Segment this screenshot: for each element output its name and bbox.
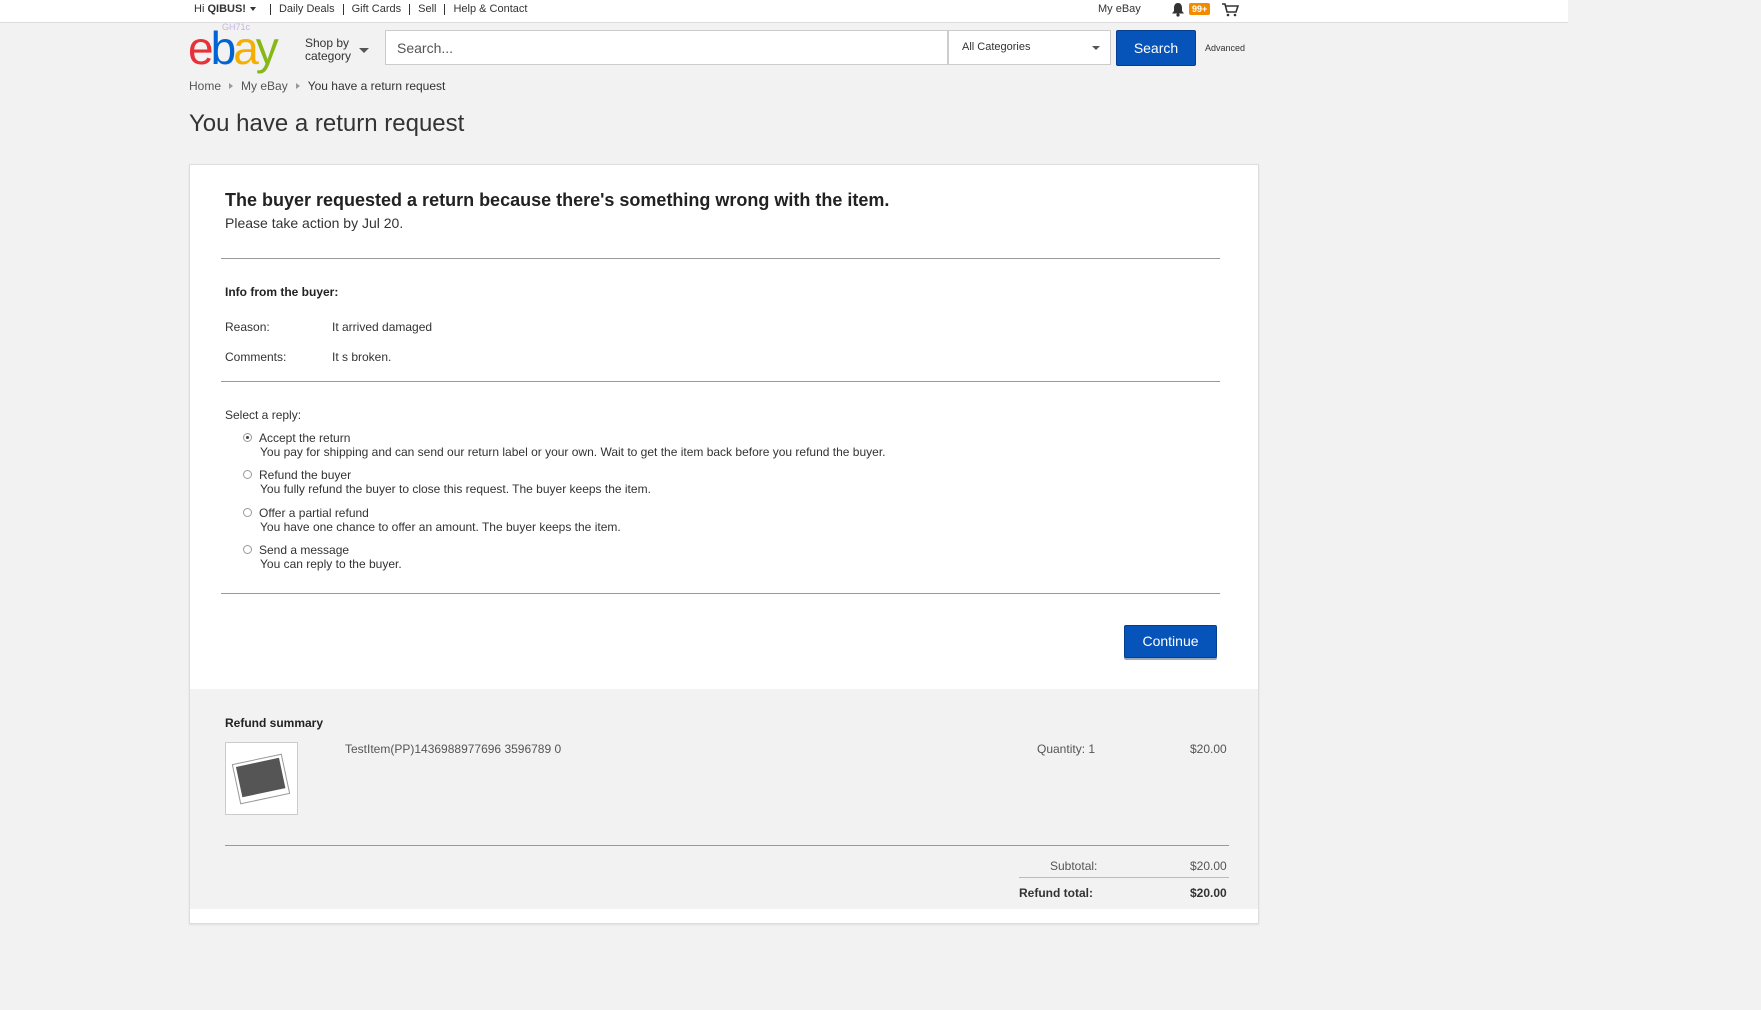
divider bbox=[444, 4, 446, 15]
daily-deals-link[interactable]: Daily Deals bbox=[279, 3, 335, 15]
refund-total-value: $20.00 bbox=[1190, 886, 1227, 900]
radio-send-message[interactable] bbox=[243, 545, 252, 554]
option-description: You fully refund the buyer to close this… bbox=[260, 482, 651, 496]
my-ebay-link[interactable]: My eBay bbox=[1098, 3, 1141, 15]
continue-button[interactable]: Continue bbox=[1124, 625, 1217, 658]
select-reply-label: Select a reply: bbox=[225, 408, 302, 422]
chevron-down-icon bbox=[249, 7, 256, 12]
subtotal-label: Subtotal: bbox=[1050, 859, 1098, 873]
advanced-search-link[interactable]: Advanced bbox=[1205, 43, 1245, 53]
user-name: QIBUS! bbox=[207, 3, 246, 15]
greeting-prefix: Hi bbox=[194, 3, 208, 15]
item-price: $20.00 bbox=[1190, 742, 1227, 756]
breadcrumb-home[interactable]: Home bbox=[189, 79, 221, 93]
option-description: You pay for shipping and can send our re… bbox=[260, 445, 886, 459]
radio-partial-refund[interactable] bbox=[243, 508, 252, 517]
reason-label: Reason: bbox=[225, 320, 270, 334]
radio-refund-buyer[interactable] bbox=[243, 470, 252, 479]
chevron-right-icon bbox=[295, 83, 300, 89]
breadcrumb-my-ebay[interactable]: My eBay bbox=[241, 79, 288, 93]
gift-cards-link[interactable]: Gift Cards bbox=[352, 3, 402, 15]
divider bbox=[225, 845, 1229, 846]
divider bbox=[269, 4, 271, 15]
divider bbox=[1019, 877, 1229, 878]
comments-value: It s broken. bbox=[332, 350, 392, 364]
logo-doodle-text: GH71c bbox=[222, 22, 251, 32]
search-button[interactable]: Search bbox=[1116, 30, 1196, 66]
refund-total-label: Refund total: bbox=[1019, 886, 1093, 900]
item-thumbnail[interactable] bbox=[225, 742, 298, 815]
option-description: You can reply to the buyer. bbox=[260, 557, 402, 571]
category-label: category bbox=[305, 49, 352, 63]
divider bbox=[409, 4, 411, 15]
chevron-down-icon[interactable] bbox=[359, 48, 369, 53]
reason-value: It arrived damaged bbox=[332, 320, 433, 334]
help-contact-link[interactable]: Help & Contact bbox=[453, 3, 527, 15]
option-title: Offer a partial refund bbox=[259, 506, 369, 520]
item-title[interactable]: TestItem(PP)1436988977696 3596789 0 bbox=[345, 742, 561, 756]
option-title: Accept the return bbox=[259, 431, 351, 445]
divider bbox=[342, 4, 344, 15]
subtotal-value: $20.00 bbox=[1190, 859, 1227, 873]
image-placeholder-icon bbox=[231, 753, 291, 805]
top-nav-bar: Hi QIBUS! Daily Deals Gift Cards Sell He… bbox=[0, 0, 1568, 23]
divider bbox=[221, 258, 1220, 259]
refund-summary-panel bbox=[190, 689, 1258, 909]
sell-link[interactable]: Sell bbox=[418, 3, 436, 15]
divider bbox=[221, 381, 1220, 382]
notification-badge: 99+ bbox=[1189, 3, 1211, 15]
option-title: Send a message bbox=[259, 543, 350, 557]
comments-label: Comments: bbox=[225, 350, 287, 364]
bell-icon[interactable] bbox=[1171, 2, 1185, 17]
item-quantity: Quantity: 1 bbox=[1037, 742, 1096, 756]
request-deadline: Please take action by Jul 20. bbox=[225, 215, 404, 231]
category-select-value: All Categories bbox=[962, 41, 1031, 53]
refund-summary-title: Refund summary bbox=[225, 716, 324, 730]
radio-accept-return[interactable] bbox=[243, 433, 252, 442]
user-greeting[interactable]: Hi QIBUS! bbox=[194, 3, 256, 15]
divider bbox=[221, 593, 1220, 594]
request-heading: The buyer requested a return because the… bbox=[225, 190, 890, 210]
breadcrumb-current: You have a return request bbox=[307, 79, 446, 93]
chevron-right-icon bbox=[229, 83, 234, 89]
chevron-down-icon bbox=[1092, 46, 1100, 50]
breadcrumb: Home My eBay You have a return request bbox=[189, 79, 445, 93]
buyer-info-title: Info from the buyer: bbox=[225, 285, 339, 299]
shop-by-category-button[interactable]: Shop by category bbox=[305, 37, 351, 63]
top-nav-links: Hi QIBUS! Daily Deals Gift Cards Sell He… bbox=[194, 3, 527, 15]
search-input[interactable] bbox=[385, 30, 948, 65]
cart-icon[interactable] bbox=[1221, 2, 1239, 17]
page-title: You have a return request bbox=[189, 110, 465, 137]
category-select[interactable]: All Categories bbox=[948, 30, 1111, 65]
option-description: You have one chance to offer an amount. … bbox=[260, 520, 621, 534]
option-title: Refund the buyer bbox=[259, 468, 352, 482]
